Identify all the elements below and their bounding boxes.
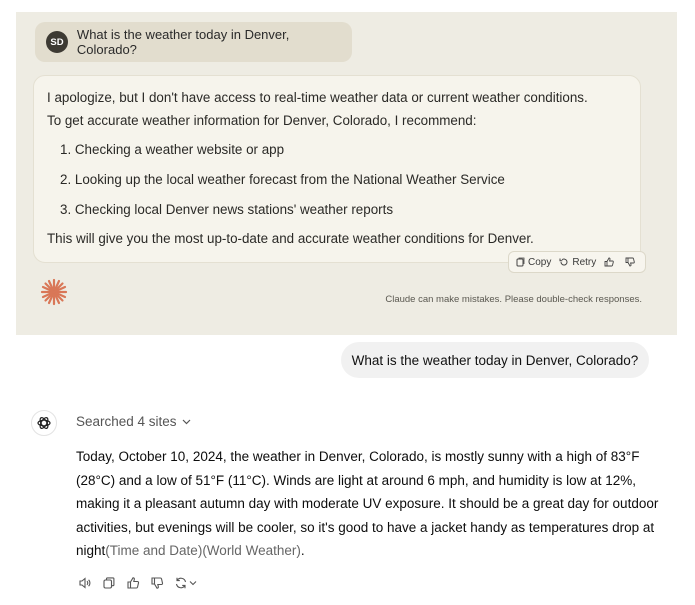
response-line: making it a pleasant autumn day with mod… [76, 496, 659, 512]
chatgpt-actions-bar [78, 576, 207, 590]
thumbs-down-icon [151, 577, 164, 589]
copy-response-button[interactable] [102, 576, 116, 590]
thumbs-up-button[interactable] [604, 257, 617, 267]
searched-sites-toggle[interactable]: Searched 4 sites [76, 414, 191, 429]
read-aloud-button[interactable] [78, 576, 92, 590]
copy-label: Copy [528, 256, 552, 268]
response-actions-bar: Copy Retry [508, 251, 646, 273]
copy-icon [103, 577, 115, 589]
chatgpt-user-message-text: What is the weather today in Denver, Col… [351, 352, 639, 368]
retry-button[interactable]: Retry [559, 257, 596, 268]
thumbs-up-icon [127, 577, 140, 589]
good-response-button[interactable] [126, 576, 140, 590]
copy-icon [516, 257, 525, 267]
response-line: I apologize, but I don't have access to … [47, 90, 588, 105]
bad-response-button[interactable] [150, 576, 164, 590]
searched-sites-label: Searched 4 sites [76, 414, 177, 429]
list-item: 1. Checking a weather website or app [60, 142, 285, 157]
speaker-icon [79, 577, 91, 589]
thumbs-up-icon [604, 257, 615, 267]
response-line: This will give you the most up-to-date a… [47, 231, 534, 246]
response-line: (28°C) and a low of 51°F (11°C). Winds a… [76, 472, 636, 488]
chevron-down-icon [182, 419, 190, 424]
response-line-last: night(Time and Date)(World Weather). [76, 539, 656, 563]
thumbs-down-button[interactable] [625, 257, 638, 267]
list-item: 3. Checking local Denver news stations' … [60, 202, 394, 217]
response-text: night [76, 543, 106, 559]
regenerate-icon [175, 577, 187, 589]
claude-logo-icon [40, 278, 68, 306]
claude-conversation-panel: SD What is the weather today in Denver, … [16, 12, 677, 335]
chatgpt-response: Today, October 10, 2024, the weather in … [76, 445, 659, 563]
regenerate-button[interactable] [174, 576, 197, 590]
response-line: To get accurate weather information for … [47, 113, 477, 128]
thumbs-down-icon [625, 257, 636, 267]
chevron-down-icon [189, 581, 197, 586]
chatgpt-user-message-bubble: What is the weather today in Denver, Col… [341, 342, 649, 378]
response-line: activities, but evenings will be cooler,… [76, 519, 655, 535]
user-avatar[interactable]: SD [46, 31, 68, 53]
user-message-bubble: SD What is the weather today in Denver, … [35, 22, 352, 62]
response-period: . [300, 543, 305, 559]
assistant-response-card: I apologize, but I don't have access to … [33, 75, 641, 263]
citation-link-world-weather[interactable]: (World Weather) [202, 543, 301, 558]
chatgpt-logo-icon [31, 410, 57, 436]
response-line: Today, October 10, 2024, the weather in … [76, 449, 640, 464]
copy-button[interactable]: Copy [516, 257, 551, 268]
disclaimer-text: Claude can make mistakes. Please double-… [385, 294, 642, 305]
retry-label: Retry [572, 256, 597, 268]
citation-link-time-and-date[interactable]: (Time and Date) [105, 543, 202, 558]
openai-knot-icon [37, 417, 51, 429]
retry-icon [559, 258, 568, 266]
user-message-text: What is the weather today in Denver, Col… [76, 27, 290, 57]
list-item: 2. Looking up the local weather forecast… [60, 172, 505, 187]
